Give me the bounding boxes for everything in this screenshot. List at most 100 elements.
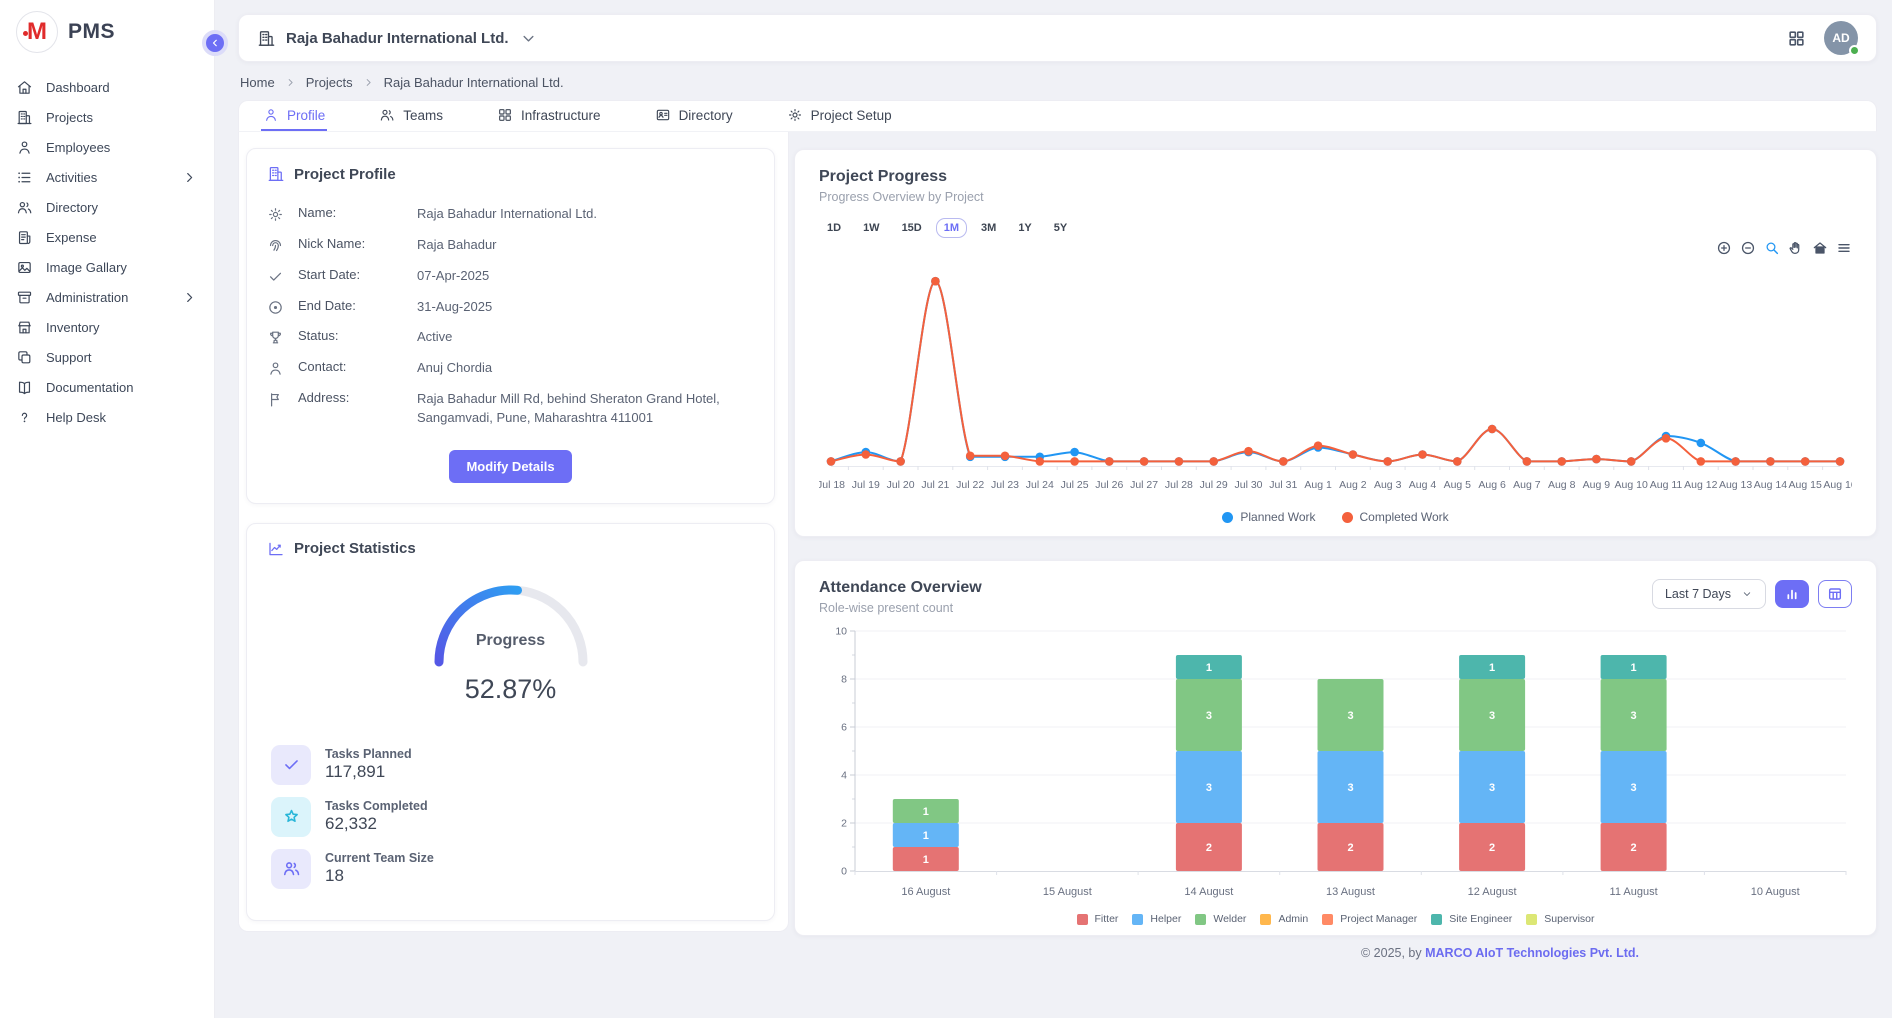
- stat-current-team-size: Current Team Size18: [267, 843, 754, 895]
- range-1W[interactable]: 1W: [855, 218, 888, 238]
- svg-text:2: 2: [841, 818, 847, 830]
- legend-fitter[interactable]: Fitter: [1077, 913, 1119, 925]
- svg-text:3: 3: [1347, 710, 1353, 722]
- sidebar-item-image-gallary[interactable]: Image Gallary: [0, 252, 214, 282]
- box-zoom-tool[interactable]: [1764, 240, 1780, 256]
- range-3M[interactable]: 3M: [973, 218, 1004, 238]
- sidebar-collapse-button[interactable]: [202, 30, 228, 56]
- tab-profile[interactable]: Profile: [261, 101, 327, 131]
- sidebar-item-help-desk[interactable]: Help Desk: [0, 402, 214, 432]
- sidebar-item-inventory[interactable]: Inventory: [0, 312, 214, 342]
- sidebar-item-expense[interactable]: Expense: [0, 222, 214, 252]
- building-icon: [267, 165, 285, 183]
- topbar-right: AD: [1787, 21, 1858, 55]
- footer-company-link[interactable]: MARCO AIoT Technologies Pvt. Ltd.: [1425, 946, 1639, 960]
- home-icon-solid: [1812, 240, 1828, 256]
- logo-text: PMS: [68, 20, 115, 44]
- sidebar-item-dashboard[interactable]: Dashboard: [0, 72, 214, 102]
- legend-completed-work[interactable]: Completed Work: [1342, 510, 1449, 524]
- svg-text:15 August: 15 August: [1043, 886, 1092, 898]
- svg-text:8: 8: [841, 674, 847, 686]
- zoom-out-tool[interactable]: [1740, 240, 1756, 256]
- range-5Y[interactable]: 5Y: [1046, 218, 1075, 238]
- gear-icon: [787, 107, 803, 123]
- svg-text:3: 3: [1489, 710, 1495, 722]
- date-range-select[interactable]: Last 7 Days: [1652, 579, 1766, 609]
- svg-text:1: 1: [923, 854, 929, 866]
- range-1D[interactable]: 1D: [819, 218, 849, 238]
- project-profile-card: Project Profile Name:Raja Bahadur Intern…: [246, 148, 775, 504]
- sidebar-item-support[interactable]: Support: [0, 342, 214, 372]
- tab-teams[interactable]: Teams: [377, 101, 445, 131]
- bar-view-button[interactable]: [1775, 580, 1809, 608]
- users-icon: [16, 199, 33, 216]
- legend-supervisor[interactable]: Supervisor: [1526, 913, 1594, 925]
- stat-tasks-planned: Tasks Planned117,891: [267, 739, 754, 791]
- home-solid-tool[interactable]: [1812, 240, 1828, 256]
- avatar[interactable]: AD: [1824, 21, 1858, 55]
- chevron-right-icon: [284, 76, 297, 89]
- project-progress-chart[interactable]: Jul 18Jul 19Jul 20Jul 21Jul 22Jul 23Jul …: [819, 256, 1852, 508]
- sidebar-item-administration[interactable]: Administration: [0, 282, 214, 312]
- user-icon: [16, 139, 33, 156]
- user-icon: [267, 360, 284, 377]
- tab-directory[interactable]: Directory: [653, 101, 735, 131]
- tab-project-setup[interactable]: Project Setup: [785, 101, 894, 131]
- sidebar-item-activities[interactable]: Activities: [0, 162, 214, 192]
- profile-field-end-date: End Date:31-Aug-2025: [267, 292, 754, 323]
- contact-card-icon: [655, 107, 671, 123]
- progress-gauge: Progress 52.87%: [416, 574, 606, 705]
- stat-rows: Tasks Planned117,891Tasks Completed62,33…: [267, 739, 754, 895]
- svg-text:Jul 24: Jul 24: [1026, 479, 1054, 491]
- legend-welder[interactable]: Welder: [1195, 913, 1246, 925]
- user-icon: [263, 107, 279, 123]
- profile-field-start-date: Start Date:07-Apr-2025: [267, 261, 754, 292]
- legend-project-manager[interactable]: Project Manager: [1322, 913, 1417, 925]
- modify-details-button[interactable]: Modify Details: [449, 450, 571, 483]
- sidebar-item-documentation[interactable]: Documentation: [0, 372, 214, 402]
- svg-text:Aug 1: Aug 1: [1304, 479, 1332, 491]
- sidebar-item-directory[interactable]: Directory: [0, 192, 214, 222]
- range-1M[interactable]: 1M: [936, 218, 967, 238]
- profile-field-nick-name: Nick Name:Raja Bahadur: [267, 230, 754, 261]
- attendance-chart[interactable]: 024681011116 August15 August233114 Augus…: [819, 619, 1852, 911]
- gauge-value: 52.87%: [416, 674, 606, 705]
- tab-infrastructure[interactable]: Infrastructure: [495, 101, 603, 131]
- table-view-button[interactable]: [1818, 580, 1852, 608]
- range-1Y[interactable]: 1Y: [1010, 218, 1039, 238]
- pan-tool[interactable]: [1788, 240, 1804, 256]
- svg-text:2: 2: [1631, 842, 1637, 854]
- svg-text:10 August: 10 August: [1751, 886, 1800, 898]
- breadcrumb-item-home[interactable]: Home: [240, 75, 275, 90]
- svg-text:Jul 23: Jul 23: [991, 479, 1019, 491]
- svg-text:Aug 2: Aug 2: [1339, 479, 1367, 491]
- legend-planned-work[interactable]: Planned Work: [1222, 510, 1315, 524]
- svg-text:Aug 10: Aug 10: [1615, 479, 1648, 491]
- apps-grid-button[interactable]: [1787, 29, 1806, 48]
- chart-toolbar: [819, 240, 1852, 256]
- home-icon: [16, 79, 33, 96]
- image-icon: [16, 259, 33, 276]
- company-selector[interactable]: Raja Bahadur International Ltd.: [257, 29, 538, 48]
- breadcrumb-separator-icon: [284, 76, 297, 89]
- svg-text:Jul 19: Jul 19: [852, 479, 880, 491]
- legend-site-engineer[interactable]: Site Engineer: [1431, 913, 1512, 925]
- breadcrumb-item-projects[interactable]: Projects: [306, 75, 353, 90]
- svg-text:Jul 26: Jul 26: [1095, 479, 1123, 491]
- users-icon: [379, 107, 395, 123]
- legend-admin[interactable]: Admin: [1260, 913, 1308, 925]
- attendance-controls: Last 7 Days: [1652, 579, 1852, 609]
- zoom-in-tool[interactable]: [1716, 240, 1732, 256]
- legend-helper[interactable]: Helper: [1132, 913, 1181, 925]
- bar-chart-legend: Fitter Helper Welder Admin Project Manager Si…: [819, 913, 1852, 925]
- range-15D[interactable]: 15D: [894, 218, 930, 238]
- breadcrumb: HomeProjectsRaja Bahadur International L…: [240, 75, 1875, 90]
- sidebar-item-employees[interactable]: Employees: [0, 132, 214, 162]
- svg-text:Aug 7: Aug 7: [1513, 479, 1541, 491]
- attendance-card-subtitle: Role-wise present count: [819, 601, 982, 615]
- logo[interactable]: M PMS: [0, 0, 214, 64]
- box-zoom-icon: [1764, 240, 1780, 256]
- sidebar-item-projects[interactable]: Projects: [0, 102, 214, 132]
- sidebar-nav: DashboardProjectsEmployeesActivitiesDire…: [0, 64, 214, 440]
- menu-tool[interactable]: [1836, 240, 1852, 256]
